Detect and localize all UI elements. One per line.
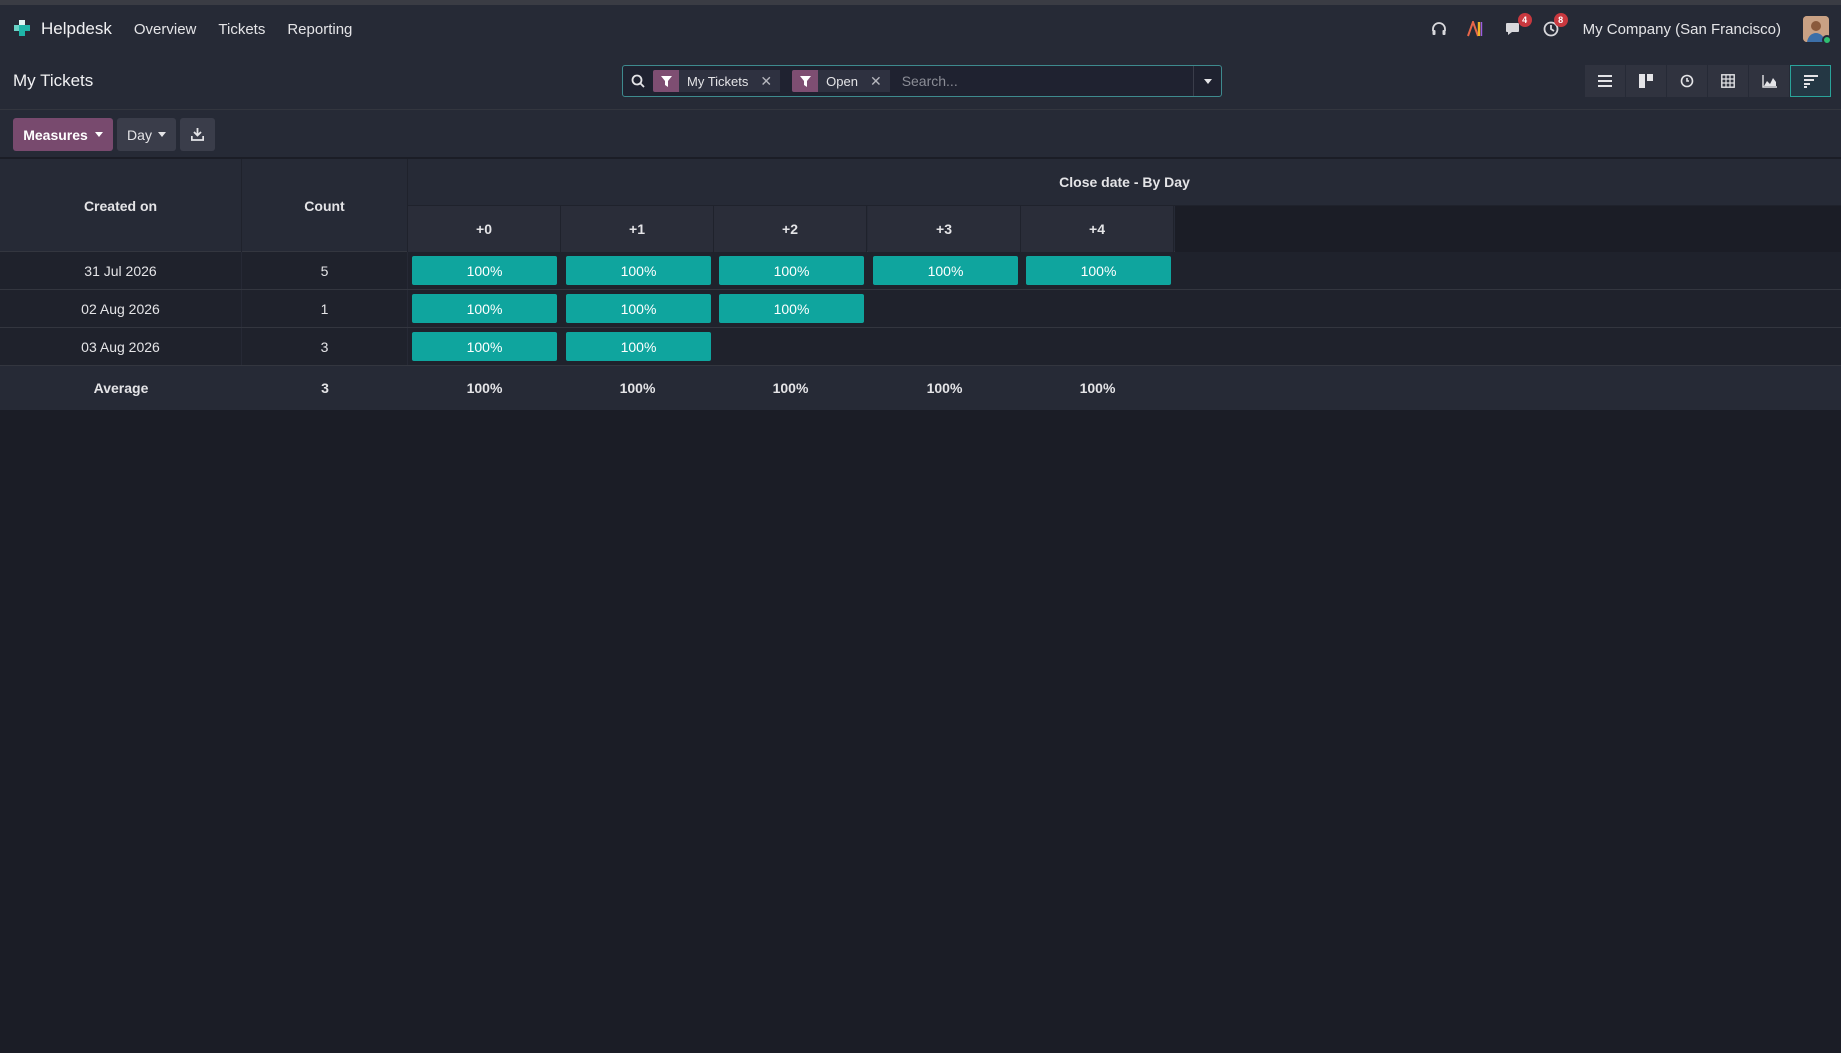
search-input[interactable] (901, 73, 1193, 89)
pivot-view-button[interactable] (1708, 65, 1749, 97)
search-options-toggle[interactable] (1193, 66, 1221, 96)
facet-label: Open (818, 70, 866, 92)
cohort-cell[interactable]: 100% (719, 256, 864, 285)
average-value: 100% (619, 380, 656, 396)
average-value: 100% (926, 380, 963, 396)
facet-label: My Tickets (679, 70, 757, 92)
created-on-header: Created on (0, 159, 242, 252)
chat-messages-icon[interactable]: 4 (1505, 13, 1532, 37)
header-filler (1175, 206, 1841, 252)
cohort-cell[interactable]: 100% (566, 256, 711, 285)
interval-column-header: +4 (1021, 206, 1174, 252)
cohort-view-button[interactable] (1790, 65, 1831, 97)
average-value: 100% (466, 380, 503, 396)
facet-my-tickets: My Tickets ✕ (653, 70, 781, 92)
interval-column-header: +1 (561, 206, 714, 252)
download-button[interactable] (180, 118, 215, 151)
row-count: 5 (242, 252, 408, 289)
search-bar[interactable]: My Tickets ✕ Open ✕ (622, 65, 1222, 97)
row-count: 3 (242, 328, 408, 365)
search-icon[interactable] (623, 74, 653, 88)
interval-column-header: +3 (868, 206, 1021, 252)
cohort-cell[interactable]: 100% (412, 294, 557, 323)
average-value: 100% (772, 380, 809, 396)
online-status-dot (1822, 35, 1832, 45)
voip-headset-icon[interactable] (1431, 21, 1447, 37)
cohort-cell[interactable]: 100% (719, 294, 864, 323)
count-header: Count (242, 159, 408, 252)
list-view-button[interactable] (1585, 65, 1626, 97)
table-icon (1721, 74, 1735, 88)
cohort-cell[interactable]: 100% (873, 256, 1018, 285)
cohort-header: Created on Count Close date - By Day +0 … (0, 159, 1841, 252)
nav-item-tickets[interactable]: Tickets (218, 21, 265, 38)
cohort-cell[interactable]: 100% (1026, 256, 1171, 285)
filter-icon (653, 70, 679, 92)
cohort-toolbar: Measures Day (0, 110, 1841, 158)
nav-item-reporting[interactable]: Reporting (287, 21, 352, 38)
average-value: 100% (1079, 380, 1116, 396)
filter-icon (792, 70, 819, 92)
app-name: Helpdesk (41, 19, 112, 38)
download-icon (191, 128, 204, 141)
table-row: 02 Aug 2026 1 100% 100% 100% (0, 290, 1841, 328)
activity-clock-icon[interactable]: 8 (1543, 13, 1568, 37)
interval-button[interactable]: Day (117, 118, 176, 151)
clock-icon (1680, 74, 1694, 88)
ai-assistant-icon[interactable] (1466, 21, 1485, 37)
row-date: 31 Jul 2026 (0, 252, 242, 289)
cohort-cell[interactable]: 100% (412, 256, 557, 285)
chevron-down-icon (94, 132, 103, 137)
view-switcher (1585, 65, 1831, 97)
chevron-down-icon (1203, 78, 1212, 84)
cohort-cell[interactable]: 100% (566, 294, 711, 323)
activity-view-button[interactable] (1667, 65, 1708, 97)
close-date-group-header: Close date - By Day (408, 159, 1841, 206)
average-label: Average (93, 380, 149, 396)
cohort-cell[interactable]: 100% (566, 332, 711, 361)
cohort-footer: Average 3 100% 100% 100% 100% 100% (0, 366, 1841, 410)
chat-badge: 4 (1517, 13, 1532, 27)
remove-facet-icon[interactable]: ✕ (865, 70, 890, 92)
helpdesk-app-icon (12, 18, 32, 41)
measures-button[interactable]: Measures (13, 118, 113, 151)
measures-label: Measures (23, 126, 88, 143)
user-avatar[interactable] (1803, 16, 1832, 45)
average-count: 3 (321, 380, 329, 396)
nav-menu: Overview Tickets Reporting (134, 21, 353, 38)
interval-label: Day (127, 126, 152, 143)
app-brand[interactable]: Helpdesk (12, 18, 112, 41)
activity-badge: 8 (1553, 13, 1568, 27)
kanban-view-button[interactable] (1626, 65, 1667, 97)
systray: 4 8 My Company (San Francisco) (1431, 13, 1832, 45)
area-chart-icon (1761, 74, 1777, 88)
row-date: 03 Aug 2026 (0, 328, 242, 365)
page-title: My Tickets (13, 71, 94, 90)
control-panel: My Tickets My Tickets ✕ Open ✕ (0, 53, 1841, 110)
company-switcher[interactable]: My Company (San Francisco) (1583, 21, 1781, 38)
facet-open: Open ✕ (792, 70, 890, 92)
table-row: 31 Jul 2026 5 100% 100% 100% 100% 100% (0, 252, 1841, 290)
cohort-icon (1803, 74, 1818, 88)
table-row: 03 Aug 2026 3 100% 100% (0, 328, 1841, 366)
kanban-icon (1639, 74, 1653, 88)
main-navbar: Helpdesk Overview Tickets Reporting 4 8 … (0, 5, 1841, 53)
row-date: 02 Aug 2026 (0, 290, 242, 327)
list-icon (1598, 75, 1612, 87)
row-count: 1 (242, 290, 408, 327)
graph-view-button[interactable] (1749, 65, 1790, 97)
chevron-down-icon (157, 132, 166, 137)
interval-column-header: +2 (714, 206, 867, 252)
remove-facet-icon[interactable]: ✕ (756, 70, 781, 92)
cohort-cell[interactable]: 100% (412, 332, 557, 361)
interval-column-header: +0 (408, 206, 561, 252)
nav-item-overview[interactable]: Overview (134, 21, 197, 38)
cohort-table: Created on Count Close date - By Day +0 … (0, 159, 1841, 410)
